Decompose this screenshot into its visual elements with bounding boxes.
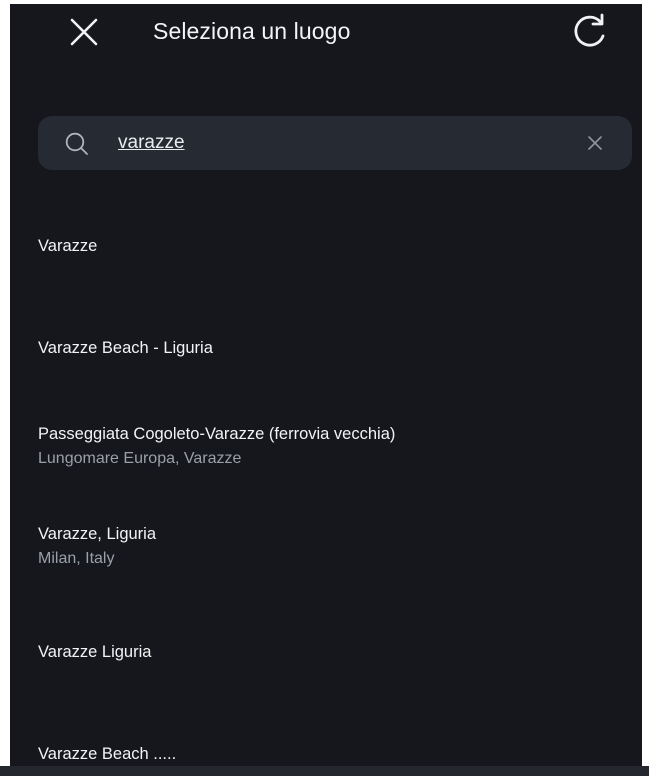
result-item[interactable]: Passeggiata Cogoleto-Varazze (ferrovia v… (10, 422, 642, 476)
search-bar[interactable] (38, 116, 632, 170)
close-button[interactable] (62, 10, 106, 54)
close-icon (70, 18, 98, 46)
search-input[interactable] (118, 129, 558, 157)
result-title: Varazze, Liguria (38, 525, 157, 543)
result-subtitle: Lungomare Europa, Varazze (38, 450, 242, 467)
result-item[interactable]: Varazze Liguria (10, 640, 642, 674)
result-title: Passeggiata Cogoleto-Varazze (ferrovia v… (38, 425, 396, 443)
result-item[interactable]: Varazze (10, 234, 642, 268)
clear-search-button[interactable] (584, 132, 606, 154)
result-item[interactable]: Varazze, Liguria Milan, Italy (10, 522, 642, 576)
search-icon (65, 132, 88, 155)
result-title: Varazze Beach ..... (38, 745, 177, 763)
result-item[interactable]: Varazze Beach - Liguria (10, 336, 642, 370)
refresh-button[interactable] (566, 8, 612, 54)
header: Seleziona un luogo (10, 4, 642, 64)
refresh-icon (574, 13, 605, 47)
page-title: Seleziona un luogo (153, 18, 351, 44)
result-title: Varazze (38, 237, 98, 255)
clear-icon (588, 136, 602, 150)
location-picker-screen: Seleziona un luogo Varazze Varazze Beach… (10, 4, 642, 770)
bottom-bar (0, 766, 649, 776)
result-title: Varazze Beach - Liguria (38, 339, 213, 357)
result-subtitle: Milan, Italy (38, 550, 115, 567)
result-title: Varazze Liguria (38, 643, 152, 661)
